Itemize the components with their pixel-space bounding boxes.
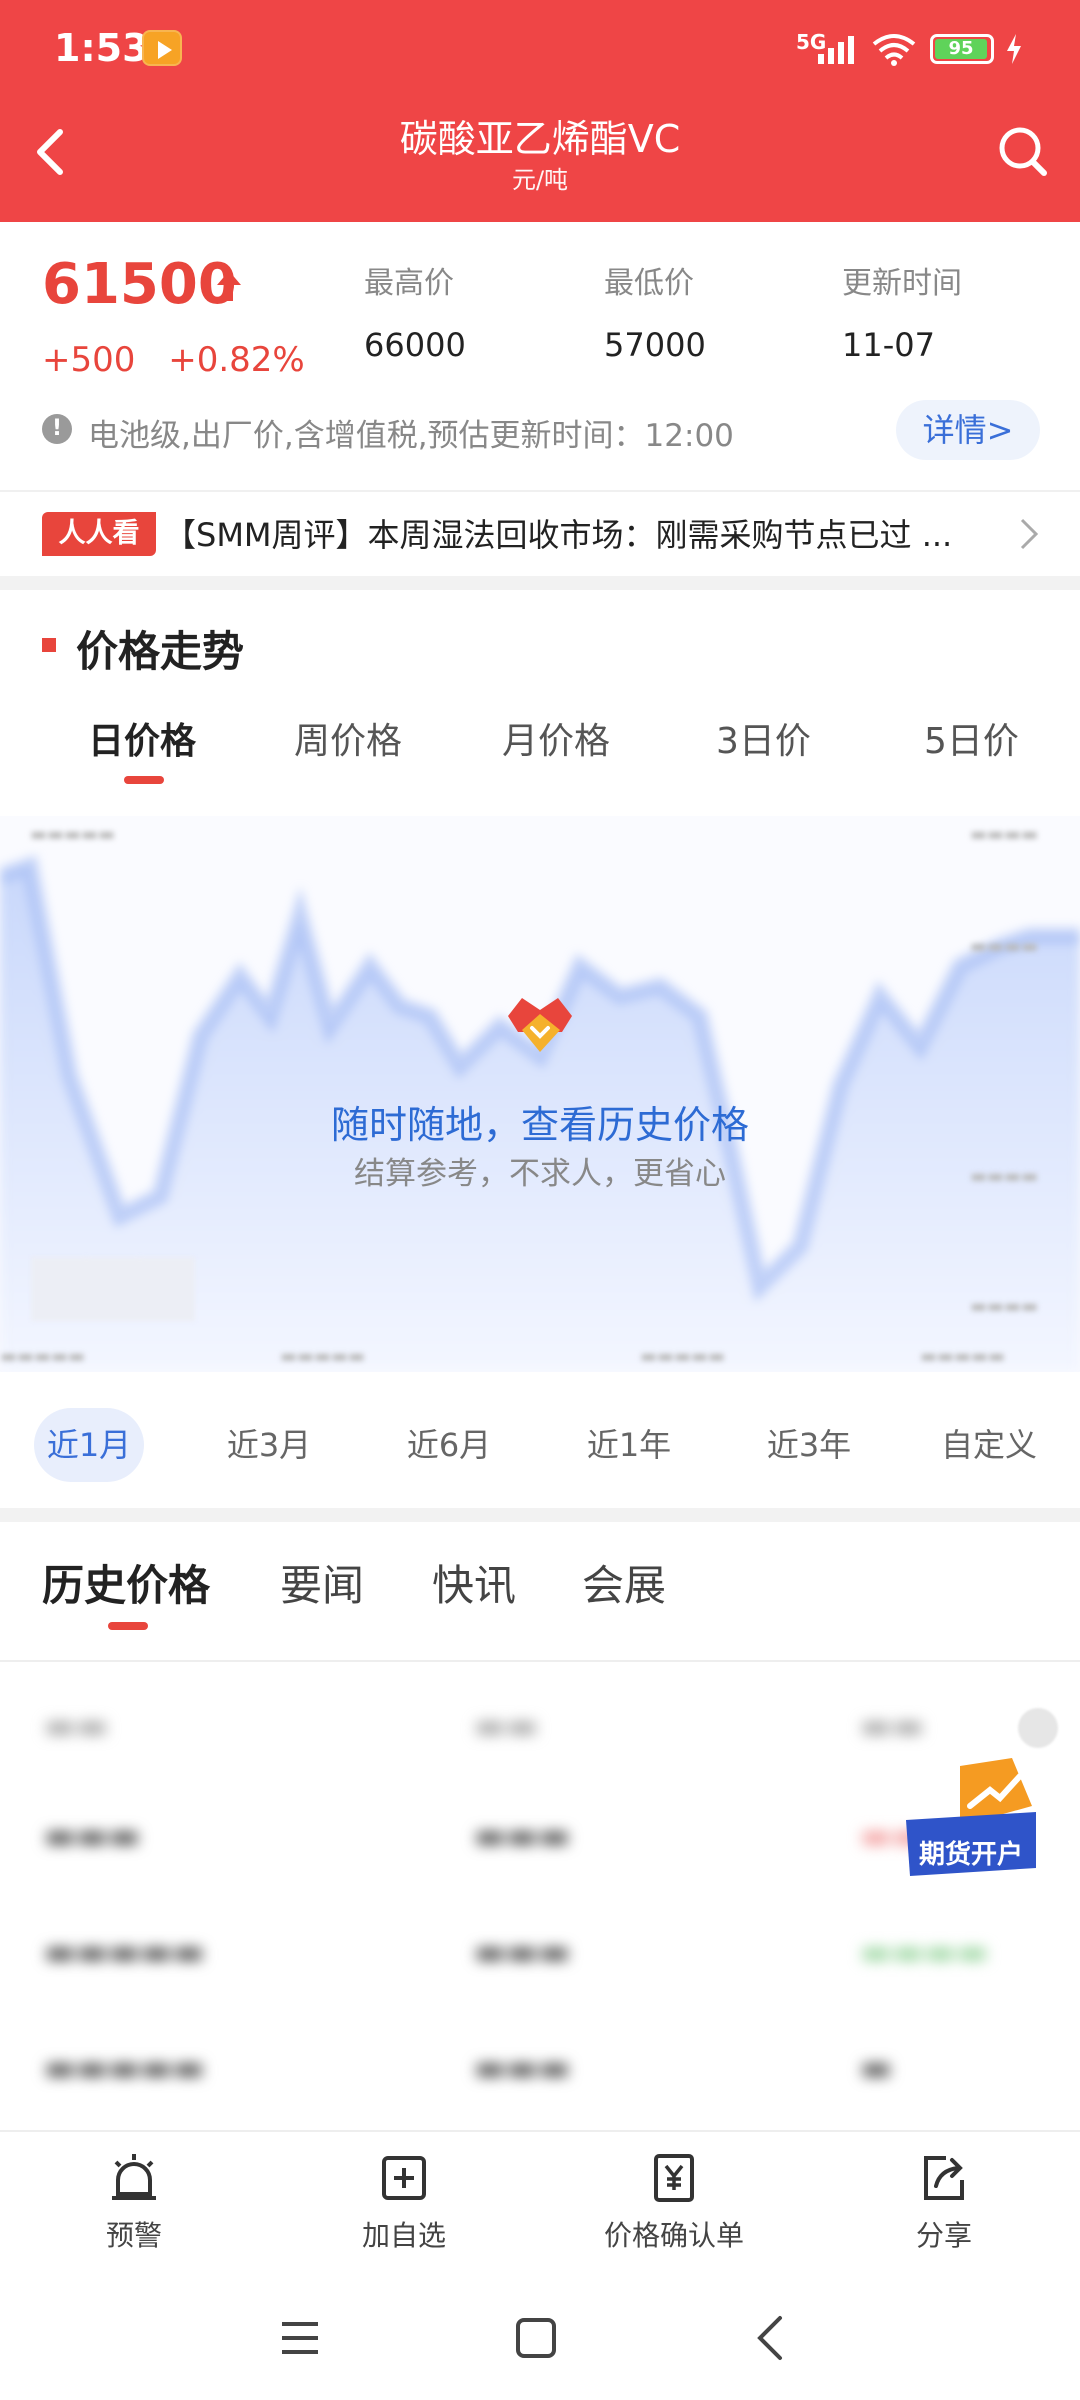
divider <box>0 490 1080 492</box>
section-gap <box>0 576 1080 590</box>
current-price: 61500 <box>42 252 237 317</box>
status-time: 1:53 <box>54 26 149 70</box>
blurred-axis-label: ▬▬▬▬ <box>970 1296 1039 1317</box>
ticker-headline[interactable]: 【SMM周评】本周湿法回收市场：刚需采购节点已过 ... <box>164 510 984 556</box>
close-promo-icon[interactable] <box>1018 1708 1058 1748</box>
stat-high-label: 最高价 <box>364 266 454 301</box>
detail-button[interactable]: 详情> <box>896 400 1040 460</box>
bottom-toolbar: 预警 加自选 价格确认单 分享 <box>0 2130 1080 2270</box>
price-confirm-icon <box>654 2154 694 2202</box>
tab-weekly-price[interactable]: 周价格 <box>294 712 402 764</box>
range-selector: 近1月 近3月 近6月 近1年 近3年 自定义 <box>0 1396 1080 1486</box>
blurred-axis-label: ▬▬▬▬▬ <box>0 1346 86 1367</box>
chart-overlay-subtitle: 结算参考，不求人，更省心 <box>354 1156 726 1192</box>
share-button[interactable]: 分享 <box>844 2152 1044 2254</box>
alarm-icon <box>112 2154 156 2200</box>
blurred-axis-label: ▬▬▬▬▬ <box>920 1346 1006 1367</box>
stat-high: 最高价 66000 <box>364 258 466 364</box>
battery-level: 95 <box>935 39 987 59</box>
blurred-history-table: ▬▬▬▬▬▬ ▬▬▬▬▬▬▬▬▬▬ ▬▬▬▬▬▬▬▬▬▬▬▬ ▬▬▬▬▬▬▬▬▬ <box>0 1676 1080 2130</box>
price-change-value: +500 <box>42 340 136 380</box>
history-lock-icon <box>508 998 572 1052</box>
tab-exhibitions[interactable]: 会展 <box>582 1552 666 1613</box>
battery-icon: 95 <box>930 34 994 64</box>
tab-monthly-price[interactable]: 月价格 <box>502 712 610 764</box>
stat-high-value: 66000 <box>364 326 466 364</box>
promo-label[interactable]: 期货开户 <box>906 1834 1036 1871</box>
tab-daily-price[interactable]: 日价格 <box>88 712 196 764</box>
blurred-axis-label: ▬▬▬▬▬ <box>280 1346 366 1367</box>
section-gap <box>0 1508 1080 1522</box>
section-marker <box>42 638 56 652</box>
blurred-axis-label: ▬▬▬▬▬ <box>30 824 116 845</box>
page-title: 碳酸亚乙烯酯VC <box>399 117 681 161</box>
blurred-axis-label: ▬▬▬▬ <box>970 936 1039 957</box>
table-row: ▬▬▬▬▬ ▬▬▬ ▬▬▬▬ <box>44 1932 989 1972</box>
range-3y[interactable]: 近3年 <box>754 1408 864 1482</box>
info-icon: ! <box>42 414 72 444</box>
tab-5day-price[interactable]: 5日价 <box>924 712 1019 764</box>
price-change: +500 +0.82% <box>42 340 305 380</box>
blurred-axis-label: ▬▬▬▬ <box>970 824 1039 845</box>
stat-updated-label: 更新时间 <box>842 266 962 301</box>
add-watchlist-button[interactable]: 加自选 <box>304 2152 504 2254</box>
content-tabs: 历史价格 要闻 快讯 会展 <box>0 1552 1080 1622</box>
tab-indicator <box>124 776 164 784</box>
range-1y[interactable]: 近1年 <box>574 1408 684 1482</box>
page-unit: 元/吨 <box>511 166 569 194</box>
blurred-axis-label: ▬▬▬▬▬ <box>640 1346 726 1367</box>
status-bar: 1:53 5G 95 <box>0 0 1080 100</box>
tab-flash[interactable]: 快讯 <box>432 1552 516 1613</box>
video-app-icon <box>142 30 182 66</box>
nav-back-icon[interactable] <box>742 2308 802 2368</box>
table-row: ▬▬▬▬▬ ▬▬▬ ▬ <box>44 2048 893 2088</box>
top-bar: 1:53 5G 95 碳酸亚乙烯酯VC 元/吨 <box>0 0 1080 222</box>
range-custom[interactable]: 自定义 <box>934 1408 1044 1482</box>
price-change-pct: +0.82% <box>168 340 305 380</box>
home-icon[interactable] <box>506 2308 566 2368</box>
tab-3day-price[interactable]: 3日价 <box>716 712 811 764</box>
tab-history-price[interactable]: 历史价格 <box>42 1552 210 1613</box>
divider <box>0 1660 1080 1662</box>
toolbar-label: 价格确认单 <box>603 2219 744 2252</box>
chevron-right-icon[interactable] <box>1014 514 1042 554</box>
wifi-icon <box>872 34 916 66</box>
alarm-button[interactable]: 预警 <box>34 2152 234 2254</box>
stat-low-value: 57000 <box>604 326 706 364</box>
price-notice: 电池级,出厂价,含增值税,预估更新时间：12:00 <box>88 418 734 454</box>
chart-watermark: ▆▆▆ <box>32 1236 194 1320</box>
chart-overlay-title[interactable]: 随时随地，查看历史价格 <box>0 1094 1080 1149</box>
price-period-tabs: 日价格 周价格 月价格 3日价 5日价 <box>0 712 1080 782</box>
share-icon <box>924 2156 964 2200</box>
stat-low: 最低价 57000 <box>604 258 706 364</box>
range-3m[interactable]: 近3月 <box>214 1408 324 1482</box>
range-6m[interactable]: 近6月 <box>394 1408 504 1482</box>
menu-icon[interactable] <box>270 2308 330 2368</box>
tab-indicator <box>108 1622 148 1630</box>
add-watchlist-icon <box>382 2156 426 2200</box>
range-1m[interactable]: 近1月 <box>34 1408 144 1482</box>
tab-news[interactable]: 要闻 <box>280 1552 364 1613</box>
charging-icon <box>1007 34 1021 64</box>
toolbar-label: 加自选 <box>361 2219 446 2252</box>
stat-updated: 更新时间 11-07 <box>842 258 962 364</box>
signal-icon <box>818 36 854 64</box>
system-nav-bar <box>0 2270 1080 2400</box>
toolbar-label: 预警 <box>105 2219 162 2252</box>
stat-low-label: 最低价 <box>604 266 694 301</box>
price-confirm-button[interactable]: 价格确认单 <box>574 2152 774 2254</box>
arrow-up-icon <box>217 271 241 301</box>
search-icon[interactable] <box>996 122 1052 182</box>
stat-updated-value: 11-07 <box>842 326 935 364</box>
ticker-tag: 人人看 <box>42 512 156 556</box>
trend-section-title: 价格走势 <box>76 627 245 676</box>
toolbar-label: 分享 <box>915 2219 972 2252</box>
